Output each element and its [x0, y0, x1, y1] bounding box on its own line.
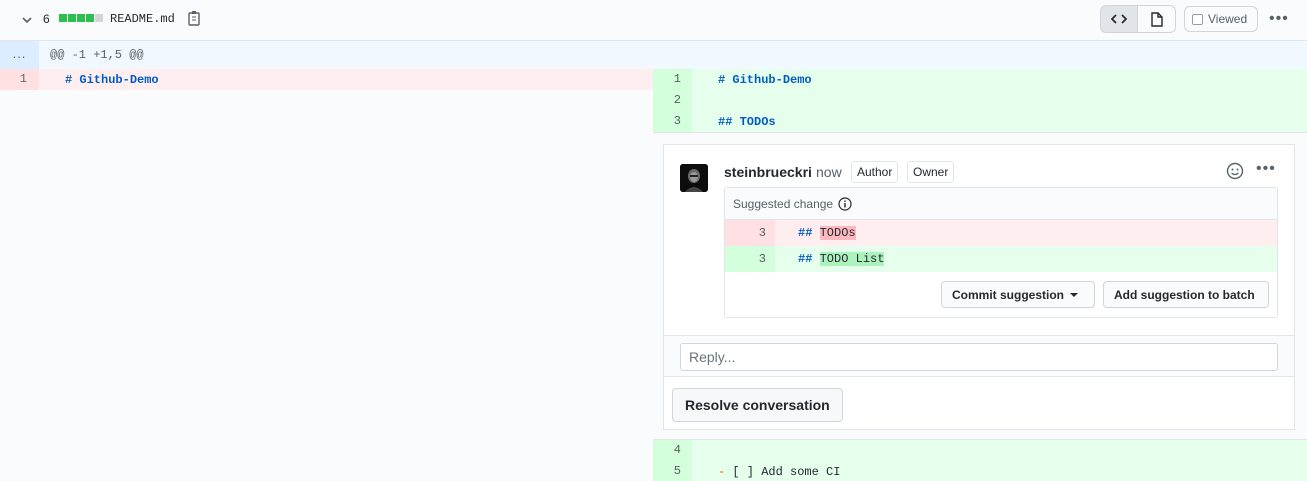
diffstat-block — [86, 14, 94, 22]
line-number[interactable]: 1 — [653, 69, 692, 90]
line-code: # Github-Demo — [65, 73, 159, 87]
suggestion-removed-line: 3 ## TODOs — [725, 220, 1277, 246]
hunk-header: @@ -1 +1,5 @@ — [50, 48, 144, 62]
line-code: # Github-Demo — [718, 73, 812, 87]
heading-text: Github-Demo — [79, 73, 159, 87]
clipboard-icon[interactable] — [187, 10, 201, 26]
comment-author[interactable]: steinbrueckri — [724, 164, 812, 180]
heading-text: TODOs — [739, 115, 776, 129]
line-number[interactable]: 4 — [653, 440, 692, 461]
line-code: ## TODOs — [718, 115, 776, 129]
comment-time[interactable]: now — [816, 164, 842, 180]
comment-options-icon[interactable]: ••• — [1256, 160, 1276, 178]
checkbox-icon — [1192, 13, 1203, 25]
line-number[interactable]: 1 — [0, 69, 39, 90]
reply-input[interactable] — [680, 343, 1278, 371]
list-marker: - — [718, 465, 726, 479]
source-diff-button[interactable] — [1100, 5, 1138, 33]
line-code: ## TODOs — [798, 226, 856, 240]
added-line: 1 # Github-Demo — [653, 69, 1307, 90]
expand-button[interactable]: ... — [0, 41, 39, 69]
list-item-text: [ ] Add some CI — [732, 465, 841, 479]
caret-down-icon — [1070, 292, 1079, 297]
removed-text: TODOs — [819, 226, 856, 240]
line-number: 3 — [725, 220, 775, 246]
owner-badge: Owner — [907, 161, 955, 183]
file-name-link[interactable]: README.md — [110, 12, 175, 26]
suggestion-added-line: 3 ## TODO List — [725, 246, 1277, 272]
added-line: 4 — [653, 440, 1307, 461]
info-icon[interactable] — [838, 196, 852, 211]
diffstat-block — [59, 14, 67, 22]
resolve-conversation-button[interactable]: Resolve conversation — [672, 388, 843, 422]
avatar[interactable] — [680, 164, 708, 192]
heading-marker: # — [65, 73, 73, 87]
heading-text: Github-Demo — [732, 73, 812, 87]
added-line: 3 ## TODOs — [653, 111, 1307, 132]
view-toggle — [1100, 5, 1176, 33]
review-comment: steinbrueckri now Author Owner ••• Sugge… — [663, 144, 1295, 430]
add-to-batch-button[interactable]: Add suggestion to batch — [1103, 281, 1269, 308]
author-badge: Author — [851, 161, 899, 183]
reply-area — [664, 335, 1294, 377]
diffstat-block — [95, 14, 103, 22]
diffstat-count: 6 — [43, 12, 50, 26]
heading-marker: ## — [718, 115, 733, 129]
file-icon — [1150, 11, 1163, 27]
hunk-header-row: ... @@ -1 +1,5 @@ — [0, 41, 1307, 69]
file-header: 6 README.md Viewed ••• — [0, 0, 1307, 41]
line-number[interactable]: 5 — [653, 461, 692, 481]
viewed-checkbox[interactable]: Viewed — [1184, 6, 1258, 32]
suggestion-header: Suggested change — [725, 188, 1277, 220]
added-line: 2 — [653, 90, 1307, 111]
commit-suggestion-button[interactable]: Commit suggestion — [941, 281, 1095, 308]
heading-marker: ## — [798, 252, 813, 266]
commit-suggestion-label: Commit suggestion — [952, 287, 1065, 302]
heading-marker: ## — [798, 226, 813, 240]
line-code: ## TODO List — [798, 252, 885, 266]
diffstat-block — [77, 14, 85, 22]
line-number: 3 — [725, 246, 775, 272]
suggested-change: Suggested change 3 ## TODOs 3 ## TODO Li… — [724, 187, 1278, 318]
more-options-icon[interactable]: ••• — [1269, 10, 1289, 28]
added-line: 5 - [ ] Add some CI — [653, 461, 1307, 481]
deleted-line: 1 # Github-Demo — [0, 69, 653, 90]
chevron-down-icon[interactable] — [20, 13, 34, 27]
suggested-change-label: Suggested change — [733, 196, 834, 211]
diffstat-bar — [59, 14, 103, 22]
avatar-image — [680, 164, 708, 192]
code-icon — [1111, 14, 1127, 24]
viewed-label: Viewed — [1208, 12, 1248, 26]
line-number[interactable]: 3 — [653, 111, 692, 132]
rich-diff-button[interactable] — [1138, 5, 1176, 33]
empty-left-pane — [0, 90, 653, 481]
diffstat-block — [68, 14, 76, 22]
line-code: - [ ] Add some CI — [718, 465, 840, 479]
smiley-icon[interactable] — [1226, 162, 1244, 180]
review-thread: steinbrueckri now Author Owner ••• Sugge… — [653, 132, 1307, 440]
line-number[interactable]: 2 — [653, 90, 692, 111]
heading-marker: # — [718, 73, 726, 87]
added-text: TODO List — [819, 252, 885, 266]
